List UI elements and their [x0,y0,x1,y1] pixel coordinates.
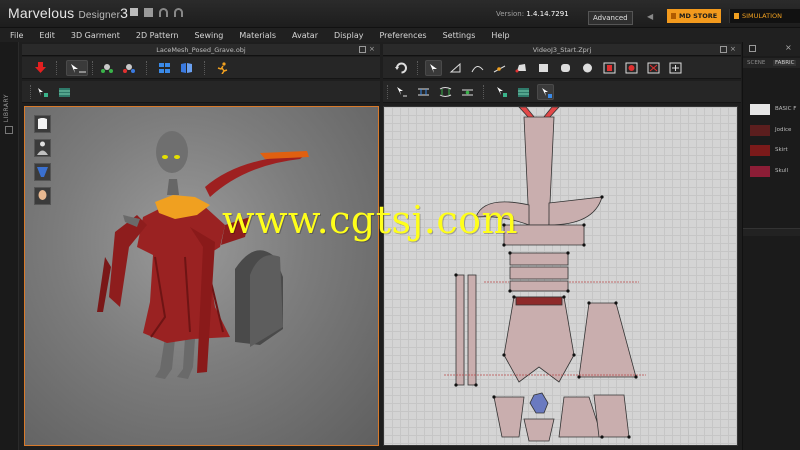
library-toggle-icon[interactable] [5,126,13,134]
maximize-icon[interactable] [749,45,756,52]
view2d-title: VideoJ3_Start.Zprj [532,46,592,54]
internal-rectangle-icon[interactable] [601,60,618,76]
segment-sewing-icon[interactable] [415,84,432,100]
free-sewing-icon[interactable] [437,84,454,100]
help-icon[interactable]: ◀ [647,12,653,21]
menu-3d-garment[interactable]: 3D Garment [71,31,120,40]
fabric-swatch [750,145,770,156]
reset-2d-icon[interactable] [393,60,410,76]
pattern-pieces[interactable] [384,107,738,446]
view2d-toolbar-secondary [383,81,741,103]
version-value: 1.4.14.7291 [526,10,569,18]
watermark: www.cgtsj.com [222,198,519,242]
rectangle-tool-icon[interactable] [535,60,552,76]
close-icon[interactable]: × [785,43,792,52]
save-icon[interactable] [130,8,138,16]
object-browser-tabs: SCENE FABRIC [743,58,800,68]
transform-pattern-icon[interactable] [425,60,442,76]
tack-tool-icon[interactable] [120,60,137,76]
app-window: Marvelous Designer3 Version: 1.4.14.7291… [0,0,800,450]
menu-help[interactable]: Help [491,31,509,40]
garment-tool-icon[interactable] [98,60,115,76]
fabric-swatch [750,125,770,136]
tack-sewing-icon[interactable] [459,84,476,100]
maximize-icon[interactable] [720,46,727,53]
fabric-swatch [750,166,770,177]
fabric-item-skull[interactable]: Skull [750,166,800,177]
md-store-button[interactable]: MD STORE [667,9,721,23]
menu-avatar[interactable]: Avatar [292,31,318,40]
edit-point-icon[interactable] [447,60,464,76]
view3d-header: LaceMesh_Posed_Grave.obj × [22,44,380,56]
menu-edit[interactable]: Edit [39,31,55,40]
version-label: Version: [496,10,525,18]
menu-display[interactable]: Display [334,31,364,40]
maximize-icon[interactable] [359,46,366,53]
version-info: Version: 1.4.14.7291 [496,10,569,18]
select-move-tool-icon[interactable] [66,60,88,76]
edit-texture-2d-icon[interactable] [493,84,510,100]
avatar-with-garment[interactable] [25,107,379,446]
view2d-header: VideoJ3_Start.Zprj × [383,44,741,56]
fabric-item-basic[interactable]: BASIC F [750,104,800,115]
view3d-title: LaceMesh_Posed_Grave.obj [156,46,246,54]
open-folder-icon[interactable] [144,8,153,17]
mode-dropdown[interactable]: Advanced [588,11,633,25]
app-name: Marvelous [8,5,75,21]
dart-tool-icon[interactable] [645,60,662,76]
fabric-name: BASIC F [775,106,797,112]
circle-tool-icon[interactable] [557,60,574,76]
texture-pattern-icon[interactable] [56,84,73,100]
close-icon[interactable]: × [369,45,376,53]
edit-curvature-icon[interactable] [469,60,486,76]
property-editor-header [743,228,800,236]
app-product: Designer [78,10,121,21]
simulate-arrow-icon[interactable] [32,60,49,76]
menu-bar: File Edit 3D Garment 2D Pattern Sewing M… [0,28,800,42]
view3d-toolbar-secondary [22,81,380,103]
library-strip[interactable]: LIBRARY [0,42,19,450]
fabric-item-skirt[interactable]: Skirt [750,145,800,156]
title-bar: Marvelous Designer3 Version: 1.4.14.7291… [0,0,800,28]
edit-texture-icon[interactable] [34,84,51,100]
simulation-button[interactable]: SIMULATION [729,9,800,23]
fabric-item-jodice[interactable]: Jodice [750,125,800,136]
add-point-icon[interactable] [491,60,508,76]
close-icon[interactable]: × [730,45,737,53]
panel-header: × [743,42,800,56]
tab-fabric[interactable]: FABRIC [773,60,797,66]
fabric-name: Jodice [775,127,792,133]
app-title: Marvelous Designer3 [8,5,128,21]
3d-viewport[interactable] [24,106,379,446]
app-major-version: 3 [120,5,129,21]
graphic-tool-icon[interactable] [537,84,554,100]
fabric-name: Skirt [775,147,788,153]
avatar-pose-icon[interactable] [214,60,231,76]
quick-access-toolbar [130,8,183,17]
internal-circle-icon[interactable] [623,60,640,76]
edit-sewing-icon[interactable] [393,84,410,100]
menu-file[interactable]: File [10,31,23,40]
view2d-toolbar-main [383,57,741,79]
menu-materials[interactable]: Materials [239,31,276,40]
library-label[interactable]: LIBRARY [3,94,10,122]
arrangement-points-icon[interactable] [156,60,173,76]
menu-preferences[interactable]: Preferences [380,31,427,40]
fabric-name: Skull [775,168,789,174]
view3d-toolbar-main [22,57,380,79]
menu-sewing[interactable]: Sewing [194,31,223,40]
trace-tool-icon[interactable] [667,60,684,76]
menu-settings[interactable]: Settings [443,31,476,40]
undo-icon[interactable] [159,8,168,17]
redo-icon[interactable] [174,8,183,17]
tab-scene[interactable]: SCENE [747,60,765,66]
menu-2d-pattern[interactable]: 2D Pattern [136,31,179,40]
fold-arrangement-icon[interactable] [178,60,195,76]
fabric-swatch [750,104,770,115]
object-browser-panel: × SCENE FABRIC BASIC F Jodice Skirt Skul… [742,42,800,450]
polygon-tool-icon[interactable] [513,60,530,76]
internal-polygon-icon[interactable] [579,60,596,76]
2d-pattern-viewport[interactable] [383,106,738,446]
texture-grid-icon[interactable] [515,84,532,100]
